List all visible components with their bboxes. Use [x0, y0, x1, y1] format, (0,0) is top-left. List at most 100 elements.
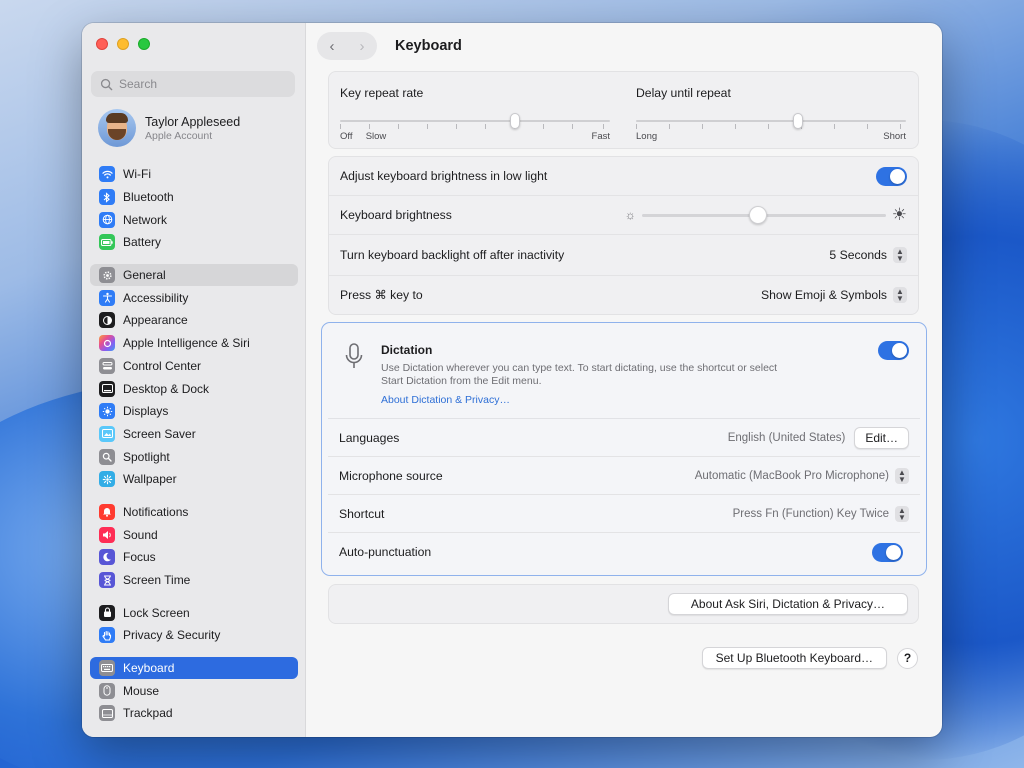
- adjust-brightness-toggle[interactable]: [876, 166, 907, 186]
- dictation-toggle[interactable]: [878, 341, 909, 360]
- microphone-row: Microphone source Automatic (MacBook Pro…: [328, 457, 920, 495]
- about-siri-button[interactable]: About Ask Siri, Dictation & Privacy…: [667, 593, 908, 615]
- control-center-icon: [99, 357, 115, 374]
- keyboard-brightness-label: Keyboard brightness: [340, 208, 452, 222]
- sidebar-item-battery[interactable]: Battery: [90, 231, 298, 254]
- sidebar-item-label: Bluetooth: [123, 190, 174, 205]
- low-brightness-icon: ☼: [624, 208, 636, 222]
- history-nav: ‹ ›: [317, 32, 377, 60]
- forward-icon[interactable]: ›: [360, 38, 365, 55]
- edit-languages-button[interactable]: Edit…: [854, 426, 909, 449]
- keyboard-brightness-knob[interactable]: [748, 206, 767, 224]
- delay-repeat-knob[interactable]: [793, 113, 803, 129]
- sidebar-item-wifi[interactable]: Wi-Fi: [90, 163, 298, 186]
- dictation-title: Dictation: [381, 343, 433, 357]
- auto-punctuation-toggle[interactable]: [872, 542, 903, 562]
- account-subtitle: Apple Account: [145, 129, 213, 142]
- sidebar-item-privacy-security[interactable]: Privacy & Security: [90, 624, 298, 647]
- microphone-popup[interactable]: Automatic (MacBook Pro Microphone) ▲ ▼: [694, 467, 909, 484]
- apple-account[interactable]: Taylor Appleseed Apple Account: [98, 109, 240, 147]
- sidebar-item-spotlight[interactable]: Spotlight: [90, 445, 298, 468]
- sidebar-item-notifications[interactable]: Notifications: [90, 501, 298, 524]
- globe-icon: [99, 211, 115, 228]
- delay-repeat-min-label: Long: [636, 131, 658, 142]
- dictation-description-line2: Start Dictation from the Edit menu.: [381, 375, 542, 387]
- battery-icon: [99, 234, 115, 251]
- sidebar-item-apple-intelligence[interactable]: Apple Intelligence & Siri: [90, 332, 298, 355]
- sidebar-item-displays[interactable]: Displays: [90, 400, 298, 423]
- dictation-description: Use Dictation wherever you can type text…: [381, 362, 777, 388]
- close-button[interactable]: [96, 38, 108, 50]
- key-repeat-slider-block: Key repeat rate Off Slow Fast: [340, 72, 610, 142]
- appearance-icon: [99, 312, 115, 329]
- sidebar-item-general[interactable]: General: [90, 263, 298, 287]
- lock-icon: [99, 604, 115, 621]
- sidebar-item-lock-screen[interactable]: Lock Screen: [90, 601, 298, 624]
- press-key-value: Show Emoji & Symbols: [761, 288, 887, 302]
- sidebar-item-screen-time[interactable]: Screen Time: [90, 569, 298, 592]
- minimize-button[interactable]: [117, 38, 129, 50]
- sidebar-item-keyboard[interactable]: Keyboard: [90, 656, 298, 680]
- search-icon: [100, 78, 113, 90]
- keyboard-icon: [99, 660, 115, 677]
- sidebar-item-mouse[interactable]: Mouse: [90, 679, 298, 702]
- sidebar-item-network[interactable]: Network: [90, 208, 298, 231]
- sidebar-item-desktop-dock[interactable]: Desktop & Dock: [90, 377, 298, 400]
- gear-icon: [99, 267, 115, 284]
- sidebar-item-bluetooth[interactable]: Bluetooth: [90, 186, 298, 209]
- speaker-icon: [99, 526, 115, 543]
- sidebar-item-focus[interactable]: Focus: [90, 546, 298, 569]
- keyboard-brightness-slider[interactable]: [641, 206, 886, 224]
- sidebar-item-appearance[interactable]: Appearance: [90, 309, 298, 332]
- back-icon[interactable]: ‹: [330, 38, 335, 55]
- press-key-label: Press ⌘ key to: [340, 288, 423, 302]
- shortcut-label: Shortcut: [339, 506, 385, 521]
- zoom-button[interactable]: [138, 38, 150, 50]
- backlight-off-popup[interactable]: 5 Seconds ▲ ▼: [829, 247, 907, 263]
- key-repeat-max-label: Fast: [591, 131, 610, 142]
- search-input[interactable]: Search: [91, 71, 295, 97]
- bell-icon: [99, 503, 115, 520]
- sidebar: Search Taylor Appleseed Apple Account Wi…: [82, 23, 306, 737]
- sidebar-item-wallpaper[interactable]: Wallpaper: [90, 468, 298, 491]
- sidebar-item-label: Displays: [123, 404, 169, 419]
- search-placeholder: Search: [119, 77, 158, 91]
- key-repeat-group: Key repeat rate Off Slow Fast Delay unti…: [328, 71, 919, 149]
- setup-bluetooth-keyboard-button[interactable]: Set Up Bluetooth Keyboard…: [701, 647, 887, 669]
- backlight-group: Adjust keyboard brightness in low light …: [328, 156, 919, 315]
- chevron-updown-icon: ▲ ▼: [895, 467, 909, 484]
- chevron-updown-icon: ▲ ▼: [893, 287, 907, 303]
- sidebar-item-label: Lock Screen: [123, 605, 190, 620]
- shortcut-popup[interactable]: Press Fn (Function) Key Twice ▲ ▼: [733, 505, 909, 522]
- sidebar-item-accessibility[interactable]: Accessibility: [90, 286, 298, 309]
- sidebar-item-label: Screen Saver: [123, 426, 196, 441]
- sidebar-item-trackpad[interactable]: Trackpad: [90, 702, 298, 725]
- sidebar-item-label: Wallpaper: [123, 472, 177, 487]
- dock-icon: [99, 380, 115, 397]
- high-brightness-icon: ☀: [891, 205, 907, 224]
- dictation-privacy-link[interactable]: About Dictation & Privacy…: [381, 394, 777, 406]
- backlight-off-value: 5 Seconds: [829, 248, 887, 262]
- press-key-popup[interactable]: Show Emoji & Symbols ▲ ▼: [761, 287, 907, 303]
- delay-repeat-label: Delay until repeat: [636, 86, 731, 100]
- mouse-icon: [99, 682, 115, 699]
- sidebar-item-control-center[interactable]: Control Center: [90, 355, 298, 378]
- accessibility-icon: [99, 289, 115, 306]
- sidebar-item-label: Battery: [123, 235, 162, 250]
- sidebar-item-label: Wi-Fi: [123, 167, 151, 182]
- delay-repeat-slider[interactable]: [636, 110, 906, 130]
- sidebar-item-sound[interactable]: Sound: [90, 523, 298, 546]
- key-repeat-knob[interactable]: [510, 113, 520, 129]
- keyboard-brightness-row: Keyboard brightness ☼ ☀: [329, 196, 918, 235]
- sidebar-item-screen-saver[interactable]: Screen Saver: [90, 423, 298, 446]
- dictation-description-line1: Use Dictation wherever you can type text…: [381, 362, 778, 374]
- sidebar-item-label: Focus: [123, 550, 156, 565]
- siri-icon: [99, 335, 115, 352]
- microphone-value: Automatic (MacBook Pro Microphone): [694, 469, 889, 482]
- auto-punctuation-label: Auto-punctuation: [339, 545, 432, 559]
- about-group: About Ask Siri, Dictation & Privacy…: [328, 584, 919, 624]
- key-repeat-label: Key repeat rate: [340, 86, 424, 100]
- help-button[interactable]: ?: [897, 647, 918, 669]
- languages-row: Languages English (United States) Edit…: [328, 419, 920, 457]
- key-repeat-slider[interactable]: [340, 110, 610, 130]
